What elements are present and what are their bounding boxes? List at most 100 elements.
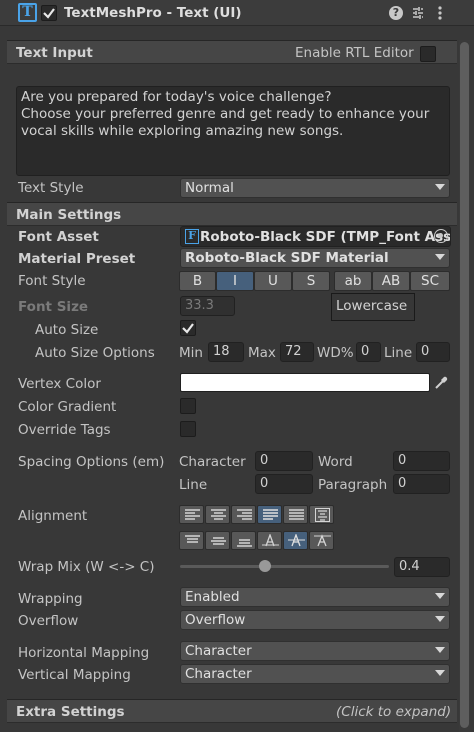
align-center-icon — [211, 509, 226, 520]
align-midline-button[interactable] — [283, 531, 308, 550]
checkmark-icon — [182, 323, 194, 334]
overflow-label: Overflow — [18, 613, 79, 629]
align-justified-icon — [263, 509, 278, 520]
align-geometry-center-button[interactable] — [309, 505, 334, 524]
font-size-field: 33.3 — [180, 296, 235, 316]
max-label: Max — [248, 345, 276, 361]
vertical-mapping-dropdown[interactable]: Character — [180, 664, 450, 684]
material-preset-dropdown[interactable]: Roboto-Black SDF Material — [180, 248, 450, 268]
text-input-area[interactable]: Are you prepared for today's voice chall… — [16, 86, 450, 176]
chevron-down-icon — [435, 670, 445, 676]
text-style-dropdown[interactable]: Normal — [180, 178, 450, 198]
font-style-strikethrough-button[interactable]: S — [292, 271, 330, 291]
align-right-button[interactable] — [231, 505, 256, 524]
object-picker-icon[interactable] — [434, 229, 448, 243]
auto-size-options-label: Auto Size Options — [35, 345, 155, 361]
vertex-color-label: Vertex Color — [18, 376, 101, 392]
vertical-mapping-label: Vertical Mapping — [18, 667, 131, 683]
align-justified-button[interactable] — [257, 505, 282, 524]
chevron-down-icon — [435, 254, 445, 260]
text-line: Choose your preferred genre and get read… — [21, 106, 430, 122]
font-size-label: Font Size — [18, 299, 89, 315]
wrapping-dropdown[interactable]: Enabled — [180, 587, 450, 607]
spacing-options-label: Spacing Options (em) — [18, 454, 165, 470]
font-style-bold-button[interactable]: B — [179, 271, 216, 291]
textmeshpro-icon: T — [18, 3, 37, 22]
line-spacing-field[interactable]: 0 — [255, 474, 313, 494]
override-tags-label: Override Tags — [18, 422, 111, 438]
expand-hint: (Click to expand) — [336, 704, 452, 720]
min-field[interactable]: 18 — [208, 342, 244, 362]
horizontal-mapping-dropdown[interactable]: Character — [180, 641, 450, 661]
text-line: Are you prepared for today's voice chall… — [21, 89, 332, 105]
overflow-dropdown[interactable]: Overflow — [180, 610, 450, 630]
wd-label: WD% — [317, 345, 354, 361]
align-midline-icon — [288, 534, 305, 547]
character-label: Character — [179, 454, 246, 470]
min-label: Min — [179, 345, 203, 361]
word-spacing-field[interactable]: 0 — [393, 451, 450, 471]
align-top-button[interactable] — [179, 531, 204, 550]
auto-size-checkbox[interactable] — [180, 320, 196, 336]
align-top-icon — [185, 535, 200, 543]
align-capline-icon — [314, 534, 331, 547]
wd-field[interactable]: 0 — [356, 342, 381, 362]
horizontal-mapping-label: Horizontal Mapping — [18, 645, 150, 661]
color-gradient-checkbox[interactable] — [180, 398, 196, 414]
dropdown-value: Enabled — [185, 589, 240, 605]
align-middle-icon — [211, 537, 226, 545]
override-tags-checkbox[interactable] — [180, 421, 196, 437]
align-bottom-button[interactable] — [231, 531, 256, 550]
font-style-lowercase-button[interactable]: ab — [334, 271, 372, 291]
font-asset-label: Font Asset — [18, 229, 99, 245]
line-field[interactable]: 0 — [416, 342, 450, 362]
checkmark-icon — [43, 8, 55, 19]
paragraph-label: Paragraph — [318, 477, 388, 493]
preset-icon[interactable] — [410, 5, 426, 21]
font-asset-field[interactable]: F Roboto-Black SDF (TMP_Font Ass — [180, 226, 451, 247]
rtl-label: Enable RTL Editor — [295, 45, 414, 61]
section-title: Text Input — [16, 45, 93, 61]
section-title: Main Settings — [16, 207, 122, 223]
help-icon[interactable]: ? — [389, 6, 403, 20]
font-style-uppercase-button[interactable]: AB — [372, 271, 410, 291]
line-spacing-label: Line — [179, 477, 208, 493]
tooltip: Lowercase — [331, 293, 415, 321]
color-gradient-label: Color Gradient — [18, 399, 117, 415]
font-asset-icon: F — [185, 229, 199, 244]
wrap-mix-slider-track[interactable] — [180, 565, 389, 568]
vertex-color-field[interactable] — [180, 373, 430, 392]
align-left-button[interactable] — [179, 505, 204, 524]
eyedropper-icon[interactable] — [433, 375, 449, 391]
align-center-button[interactable] — [205, 505, 230, 524]
align-capline-button[interactable] — [309, 531, 334, 550]
character-spacing-field[interactable]: 0 — [255, 451, 313, 471]
font-style-underline-button[interactable]: U — [254, 271, 292, 291]
wrap-mix-slider-handle[interactable] — [259, 560, 271, 572]
scrollbar-thumb[interactable] — [460, 42, 469, 728]
align-right-icon — [237, 509, 252, 520]
text-input-section[interactable]: Text Input Enable RTL Editor — [7, 40, 457, 64]
font-style-smallcaps-button[interactable]: SC — [410, 271, 450, 291]
align-flush-icon — [289, 509, 304, 520]
wrap-mix-field[interactable]: 0.4 — [394, 557, 450, 577]
extra-settings-section[interactable]: Extra Settings (Click to expand) — [7, 699, 457, 723]
chevron-down-icon — [435, 593, 445, 599]
paragraph-spacing-field[interactable]: 0 — [393, 474, 450, 494]
align-baseline-button[interactable] — [257, 531, 282, 550]
chevron-down-icon — [435, 647, 445, 653]
max-field[interactable]: 72 — [280, 342, 314, 362]
kebab-menu-icon[interactable] — [436, 5, 444, 21]
dropdown-value: Overflow — [185, 612, 246, 628]
scrollbar[interactable] — [459, 40, 470, 732]
component-header: T TextMeshPro - Text (UI) ? — [0, 0, 474, 26]
font-style-italic-button[interactable]: I — [216, 271, 254, 291]
main-settings-section[interactable]: Main Settings — [7, 202, 457, 226]
rtl-checkbox[interactable] — [420, 46, 436, 62]
align-flush-button[interactable] — [283, 505, 308, 524]
word-label: Word — [318, 454, 353, 470]
align-baseline-icon — [262, 534, 279, 547]
dropdown-value: Roboto-Black SDF Material — [185, 250, 389, 266]
enabled-checkbox[interactable] — [41, 5, 57, 21]
align-middle-button[interactable] — [205, 531, 230, 550]
